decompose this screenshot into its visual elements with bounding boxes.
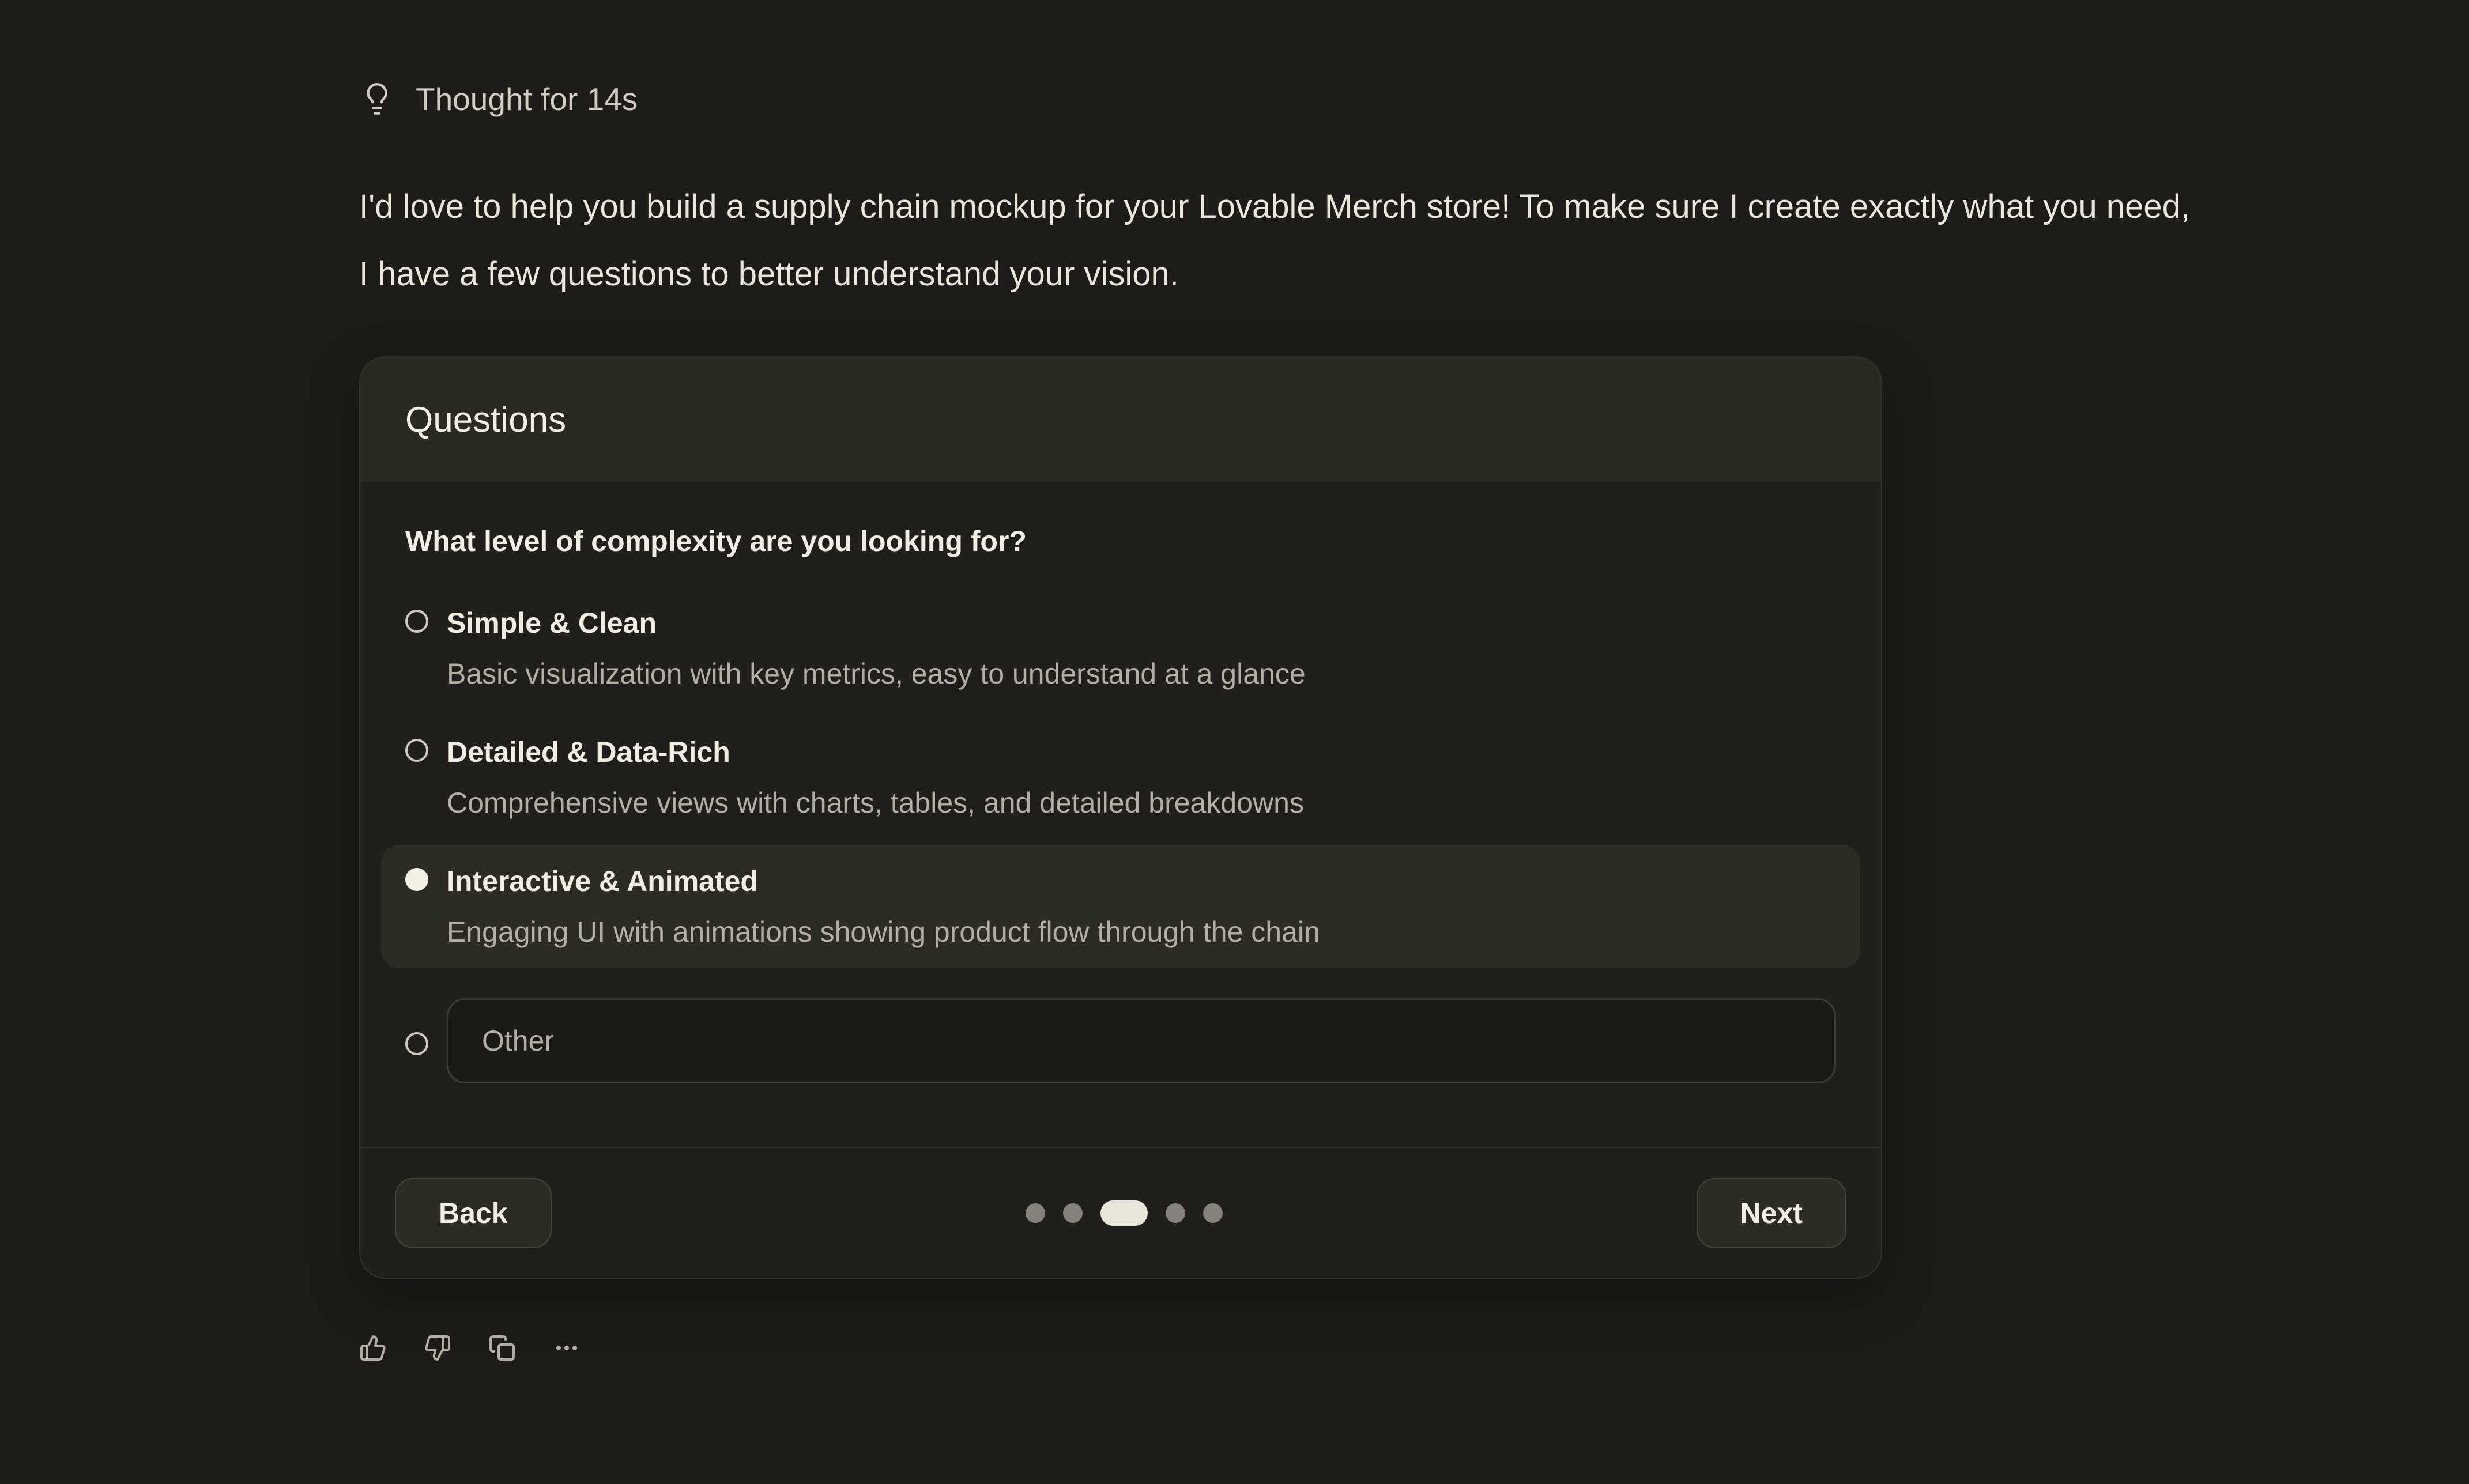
back-button[interactable]: Back <box>395 1178 552 1248</box>
chat-message: Thought for 14s I'd love to help you bui… <box>359 0 2204 1362</box>
thumbs-up-icon <box>359 1334 387 1362</box>
thumbs-down-button[interactable] <box>424 1334 451 1362</box>
radio-icon[interactable] <box>405 1032 428 1055</box>
pagination-dot <box>1063 1203 1083 1223</box>
next-button[interactable]: Next <box>1697 1178 1846 1248</box>
option-label: Interactive & Animated <box>447 862 1320 900</box>
option-text: Simple & Clean Basic visualization with … <box>447 604 1306 693</box>
option-detailed-data-rich[interactable]: Detailed & Data-Rich Comprehensive views… <box>381 716 1860 839</box>
card-title: Questions <box>405 399 566 440</box>
thought-summary[interactable]: Thought for 14s <box>359 81 2204 118</box>
questions-card: Questions What level of complexity are y… <box>359 356 1882 1279</box>
copy-icon <box>488 1334 516 1362</box>
assistant-message-text: I'd love to help you build a supply chai… <box>359 173 2198 308</box>
option-description: Basic visualization with key metrics, ea… <box>447 655 1306 693</box>
option-description: Engaging UI with animations showing prod… <box>447 913 1320 951</box>
pagination-dot <box>1203 1203 1223 1223</box>
lightbulb-icon <box>359 81 395 117</box>
option-label: Simple & Clean <box>447 604 1306 642</box>
radio-icon[interactable] <box>405 739 428 762</box>
question-title: What level of complexity are you looking… <box>405 524 1836 558</box>
thumbs-down-icon <box>424 1334 451 1362</box>
option-other[interactable] <box>381 981 1860 1101</box>
copy-button[interactable] <box>488 1334 516 1362</box>
pagination-dot-active <box>1100 1200 1148 1226</box>
more-options-button[interactable] <box>553 1334 581 1362</box>
radio-icon[interactable] <box>405 610 428 633</box>
pagination-dot <box>1026 1203 1045 1223</box>
thumbs-up-button[interactable] <box>359 1334 387 1362</box>
questions-card-footer: Back Next <box>360 1147 1881 1278</box>
message-actions <box>359 1334 2204 1362</box>
option-text: Detailed & Data-Rich Comprehensive views… <box>447 733 1304 822</box>
option-description: Comprehensive views with charts, tables,… <box>447 784 1304 822</box>
other-input[interactable] <box>447 998 1836 1083</box>
option-text: Interactive & Animated Engaging UI with … <box>447 862 1320 951</box>
pagination-dot <box>1166 1203 1185 1223</box>
pagination-dots <box>1026 1200 1223 1226</box>
radio-selected-icon[interactable] <box>405 868 428 891</box>
thought-label: Thought for 14s <box>416 81 638 118</box>
questions-card-body: What level of complexity are you looking… <box>360 482 1881 1147</box>
option-simple-clean[interactable]: Simple & Clean Basic visualization with … <box>381 587 1860 710</box>
option-label: Detailed & Data-Rich <box>447 733 1304 771</box>
questions-card-header: Questions <box>360 357 1881 482</box>
option-interactive-animated[interactable]: Interactive & Animated Engaging UI with … <box>381 845 1860 968</box>
more-options-icon <box>553 1334 581 1362</box>
